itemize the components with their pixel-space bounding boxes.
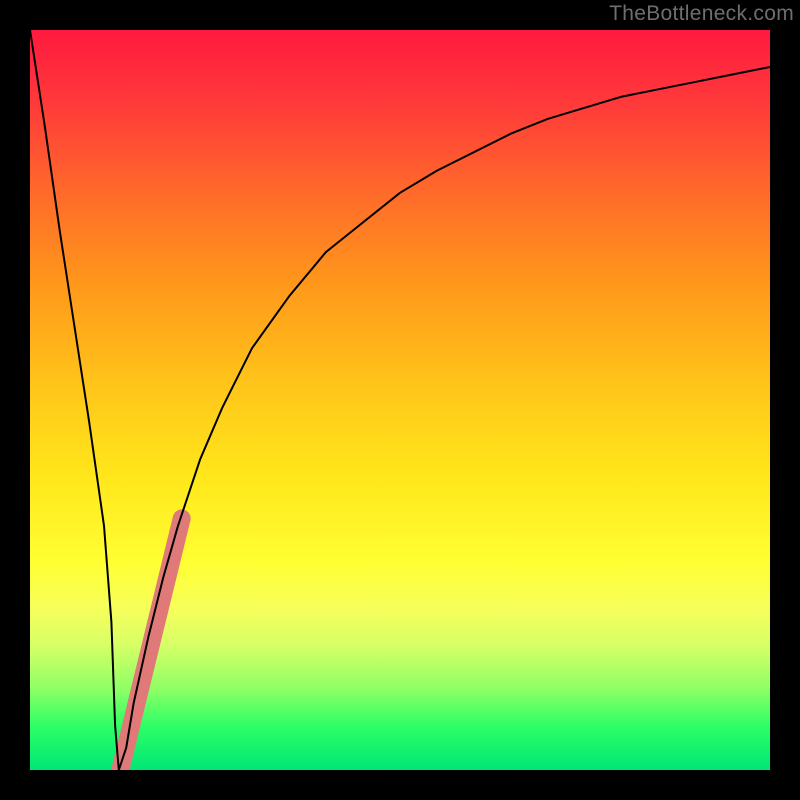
plot-area — [30, 30, 770, 770]
chart-svg — [30, 30, 770, 770]
chart-frame: TheBottleneck.com — [0, 0, 800, 800]
watermark-text: TheBottleneck.com — [609, 2, 794, 26]
